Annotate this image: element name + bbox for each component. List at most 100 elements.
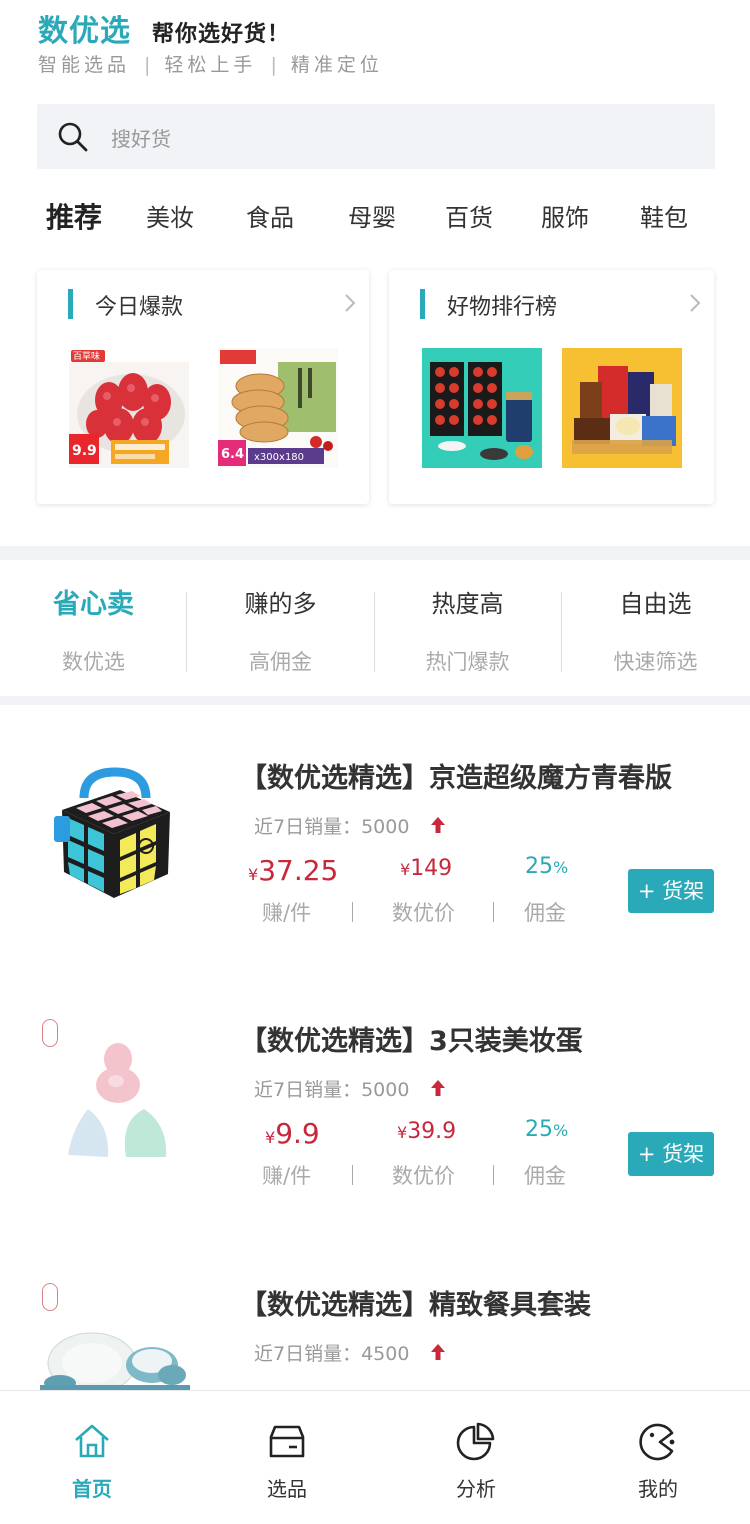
tab-earn-more[interactable]: 赚的多 高佣金	[187, 560, 374, 696]
card-accent-bar	[68, 289, 73, 319]
tab-subtitle: 高佣金	[249, 650, 312, 674]
commission-label: 佣金	[524, 901, 566, 925]
member-price: ¥39.9	[397, 1119, 456, 1144]
slogan: 帮你选好货！	[152, 22, 291, 47]
sales-label: 近7日销量：	[254, 1343, 362, 1365]
price-label: 数优价	[392, 1164, 455, 1188]
tab-title: 热度高	[431, 590, 504, 618]
category-tab-beauty[interactable]: 美妆	[146, 198, 194, 233]
section-divider	[0, 696, 750, 705]
label-divider	[493, 1165, 494, 1185]
hot-today-card[interactable]: 今日爆款 百草味 9.9 6.4 x300x180	[37, 270, 369, 504]
seal-stamp-icon	[42, 1283, 58, 1311]
category-tab-goods[interactable]: 百货	[445, 198, 493, 233]
product-image[interactable]	[40, 1029, 190, 1179]
earn-label: 赚/件	[262, 1164, 312, 1188]
product-title[interactable]: 【数优选精选】3只装美妆蛋	[240, 1019, 583, 1058]
tabbar-label: 分析	[456, 1477, 496, 1501]
product-title[interactable]: 【数优选精选】精致餐具套装	[240, 1283, 591, 1322]
search-bar[interactable]: 搜好货	[37, 104, 715, 169]
chevron-right-icon[interactable]	[343, 292, 357, 314]
earn-value: 9.9	[275, 1117, 320, 1150]
tab-subtitle: 热门爆款	[425, 650, 510, 674]
label-divider	[352, 902, 353, 922]
category-tab-recommend[interactable]: 推荐	[46, 196, 102, 236]
currency-symbol: ¥	[400, 860, 411, 879]
commission-rate: 25%	[525, 1117, 568, 1142]
sales-info: 近7日销量：4500	[254, 1339, 409, 1366]
snack-gift-thumb[interactable]	[562, 348, 682, 468]
search-placeholder[interactable]: 搜好货	[111, 123, 171, 152]
sales-value: 5000	[361, 816, 410, 838]
tab-subtitle: 快速筛选	[613, 650, 698, 674]
commission-value: 25	[525, 1117, 553, 1142]
currency-symbol: ¥	[248, 865, 259, 884]
feature-text: 轻松上手	[164, 54, 257, 76]
product-card[interactable]: 【数优选精选】3只装美妆蛋 近7日销量：5000 ¥9.9 ¥39.9 25% …	[0, 1019, 750, 1281]
biscuit-thumb[interactable]: 6.4 x300x180	[218, 348, 338, 468]
product-image[interactable]	[40, 1313, 190, 1390]
add-to-shelf-button[interactable]: + 货架	[628, 1132, 714, 1176]
tabbar-label: 首页	[72, 1477, 112, 1501]
category-tab-shoes-bags[interactable]: 鞋包	[640, 198, 688, 233]
pack-count-text: 300	[260, 452, 279, 463]
strawberry-snack-image: 百草味 9.9	[69, 348, 189, 468]
box-icon	[269, 1425, 305, 1458]
tea-gift-image	[422, 348, 542, 468]
ranking-card[interactable]: 好物排行榜	[389, 270, 714, 504]
product-title[interactable]: 【数优选精选】京造超级魔方青春版	[240, 756, 672, 795]
tab-title: 赚的多	[244, 590, 317, 618]
tabbar-mine[interactable]: 我的	[598, 1391, 718, 1524]
earn-per-item: ¥37.25	[248, 854, 338, 887]
home-icon	[75, 1424, 109, 1458]
brand-logo: 数优选	[38, 14, 131, 49]
sales-value: 4500	[361, 1343, 410, 1365]
product-card[interactable]: 【数优选精选】精致餐具套装 近7日销量：4500	[0, 1283, 750, 1390]
earn-label: 赚/件	[262, 901, 312, 925]
commission-value: 25	[525, 854, 553, 879]
price-value: 39.9	[407, 1119, 457, 1144]
pack-count-text: 180	[285, 452, 304, 463]
card-title: 今日爆款	[95, 295, 184, 320]
sell-mode-tabs: 省心卖 数优选 赚的多 高佣金 热度高 热门爆款 自由选 快速筛选	[0, 560, 750, 696]
price-tag-text: 6.4	[221, 447, 244, 462]
label-divider	[493, 902, 494, 922]
brand-tag-text: 百草味	[73, 350, 100, 362]
category-tab-food[interactable]: 食品	[246, 198, 294, 233]
tea-gift-thumb[interactable]	[422, 348, 542, 468]
product-card[interactable]: 【数优选精选】京造超级魔方青春版 近7日销量：5000 ¥37.25 ¥149 …	[0, 756, 750, 1018]
percent-sign: %	[553, 858, 569, 877]
label-divider	[352, 1165, 353, 1185]
chevron-right-icon[interactable]	[688, 292, 702, 314]
feature-separator: |	[270, 54, 277, 76]
earn-per-item: ¥9.9	[265, 1117, 320, 1150]
tabbar-analysis[interactable]: 分析	[416, 1391, 536, 1524]
snack-gift-image	[562, 348, 682, 468]
tab-worry-free[interactable]: 省心卖 数优选	[0, 560, 187, 696]
tableware-image	[40, 1332, 190, 1390]
tabbar-select[interactable]: 选品	[227, 1391, 347, 1524]
user-face-icon	[639, 1423, 675, 1461]
tabbar-label: 我的	[638, 1477, 678, 1501]
sales-label: 近7日销量：	[254, 816, 362, 838]
feature-line: 智能选品 | 轻松上手 | 精准定位	[38, 50, 383, 77]
sales-info: 近7日销量：5000	[254, 812, 409, 839]
sales-value: 5000	[361, 1079, 410, 1101]
category-tab-baby[interactable]: 母婴	[348, 198, 396, 233]
feature-separator: |	[144, 54, 151, 76]
tab-subtitle: 数优选	[62, 650, 125, 674]
category-tabs: 推荐 美妆 食品 母婴 百货 服饰 鞋包	[46, 198, 706, 238]
tabbar-home[interactable]: 首页	[32, 1391, 152, 1524]
earn-value: 37.25	[258, 854, 339, 887]
tab-free-pick[interactable]: 自由选 快速筛选	[562, 560, 749, 696]
strawberry-snack-thumb[interactable]: 百草味 9.9	[69, 348, 189, 468]
member-price: ¥149	[400, 856, 452, 881]
trend-up-icon	[431, 1080, 445, 1096]
tab-hot[interactable]: 热度高 热门爆款	[374, 560, 561, 696]
section-divider	[0, 546, 750, 560]
product-image[interactable]	[40, 760, 190, 910]
card-accent-bar	[420, 289, 425, 319]
add-to-shelf-button[interactable]: + 货架	[628, 869, 714, 913]
category-tab-apparel[interactable]: 服饰	[541, 198, 589, 233]
bottom-tab-bar: 首页 选品 分析 我的	[0, 1390, 750, 1524]
